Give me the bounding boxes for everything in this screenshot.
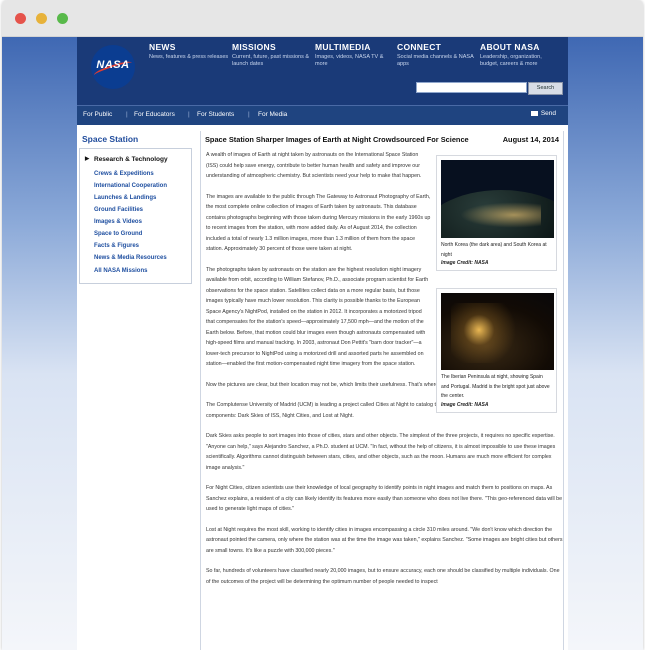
nav-news[interactable]: NEWS News, features & press releases <box>149 42 229 61</box>
nav-connect[interactable]: CONNECT Social media channels & NASA app… <box>397 42 477 68</box>
nav-subtitle: News, features & press releases <box>149 54 229 60</box>
minimize-window-button[interactable] <box>36 13 47 24</box>
subnav-item-educators[interactable]: For Educators <box>134 111 175 118</box>
paragraph: So far, hundreds of volunteers have clas… <box>206 568 560 585</box>
subnav-item-students[interactable]: For Students <box>197 111 234 118</box>
audience-nav: For Public | For Educators | For Student… <box>77 105 568 125</box>
nav-title: NEWS <box>149 42 176 52</box>
paragraph: Dark Skies asks people to sort images in… <box>206 433 556 471</box>
subnav-separator: | <box>126 111 128 118</box>
paragraph: The images are available to the public t… <box>206 193 431 253</box>
logo-text: NASA <box>96 59 130 71</box>
article-header: Space Station Sharper Images of Earth at… <box>201 131 563 150</box>
envelope-icon <box>530 110 538 116</box>
article: Space Station Sharper Images of Earth at… <box>200 131 564 650</box>
close-window-button[interactable] <box>15 13 26 24</box>
sidebar-item-research[interactable]: Research & Technology <box>80 153 191 168</box>
figure-credit: Image Credit: NASA <box>441 260 489 266</box>
send-label: Send <box>540 110 556 117</box>
nasa-site: NASA NEWS News, features & press release… <box>77 37 568 650</box>
figure-caption: North Korea (the dark area) and South Ko… <box>441 242 547 258</box>
nav-title: MULTIMEDIA <box>315 42 371 52</box>
subnav-item-public[interactable]: For Public <box>83 111 112 118</box>
send-button[interactable]: Send <box>530 110 556 117</box>
sidebar-title[interactable]: Space Station <box>79 131 192 149</box>
subnav-item-media[interactable]: For Media <box>258 111 287 118</box>
sidebar-list: Research & Technology Crews & Expedition… <box>79 149 192 284</box>
subnav-separator: | <box>188 111 190 118</box>
nav-about[interactable]: ABOUT NASA Leadership, organization, bud… <box>480 42 560 68</box>
city-lights <box>451 303 531 363</box>
paragraph: Lost at Night requires the most skill, w… <box>206 526 563 554</box>
nav-missions[interactable]: MISSIONS Current, future, past missions … <box>232 42 312 68</box>
figure-credit: Image Credit: NASA <box>441 401 489 408</box>
sidebar-item-ground-facilities[interactable]: Ground Facilities <box>80 204 191 216</box>
sidebar: Space Station Research & Technology Crew… <box>79 131 192 284</box>
nav-subtitle: Social media channels & NASA apps <box>397 54 474 67</box>
nav-subtitle: Images, videos, NASA TV & more <box>315 54 384 67</box>
sidebar-item-crews[interactable]: Crews & Expeditions <box>80 168 191 180</box>
sidebar-item-launches[interactable]: Launches & Landings <box>80 192 191 204</box>
city-lights <box>451 200 541 230</box>
paragraph: The photographs taken by astronauts on t… <box>206 266 429 368</box>
nav-subtitle: Leadership, organization, budget, career… <box>480 54 542 67</box>
sidebar-item-international[interactable]: International Cooperation <box>80 180 191 192</box>
nav-title: ABOUT NASA <box>480 42 540 52</box>
search-button[interactable]: Search <box>528 82 563 95</box>
subnav-separator: | <box>248 111 250 118</box>
article-date: August 14, 2014 <box>502 135 559 144</box>
north-korea-night-image[interactable] <box>441 160 554 238</box>
site-header: NASA NEWS News, features & press release… <box>77 37 568 105</box>
title-bar <box>2 0 643 37</box>
sidebar-item-news-media[interactable]: News & Media Resources <box>80 252 191 264</box>
browser-window: NASA NEWS News, features & press release… <box>2 0 643 650</box>
figure-caption: The Iberian Peninsula at night, showing … <box>441 374 550 399</box>
sidebar-item-images[interactable]: Images & Videos <box>80 216 191 228</box>
search-input[interactable] <box>416 82 527 93</box>
paragraph: For Night Cities, citizen scientists use… <box>206 485 563 512</box>
figure-iberia: The Iberian Peninsula at night, showing … <box>436 288 557 413</box>
nav-subtitle: Current, future, past missions & launch … <box>232 54 310 67</box>
sidebar-item-facts[interactable]: Facts & Figures <box>80 240 191 252</box>
sidebar-item-space-to-ground[interactable]: Space to Ground <box>80 228 191 240</box>
figure-north-korea: North Korea (the dark area) and South Ko… <box>436 155 557 271</box>
sidebar-item-all-missions[interactable]: All NASA Missions <box>80 265 191 277</box>
iberia-night-image[interactable] <box>441 293 554 370</box>
nav-multimedia[interactable]: MULTIMEDIA Images, videos, NASA TV & mor… <box>315 42 395 68</box>
maximize-window-button[interactable] <box>57 13 68 24</box>
nav-title: MISSIONS <box>232 42 276 52</box>
nasa-logo[interactable]: NASA <box>91 45 135 89</box>
nav-title: CONNECT <box>397 42 442 52</box>
paragraph: A wealth of images of Earth at night tak… <box>206 152 422 179</box>
